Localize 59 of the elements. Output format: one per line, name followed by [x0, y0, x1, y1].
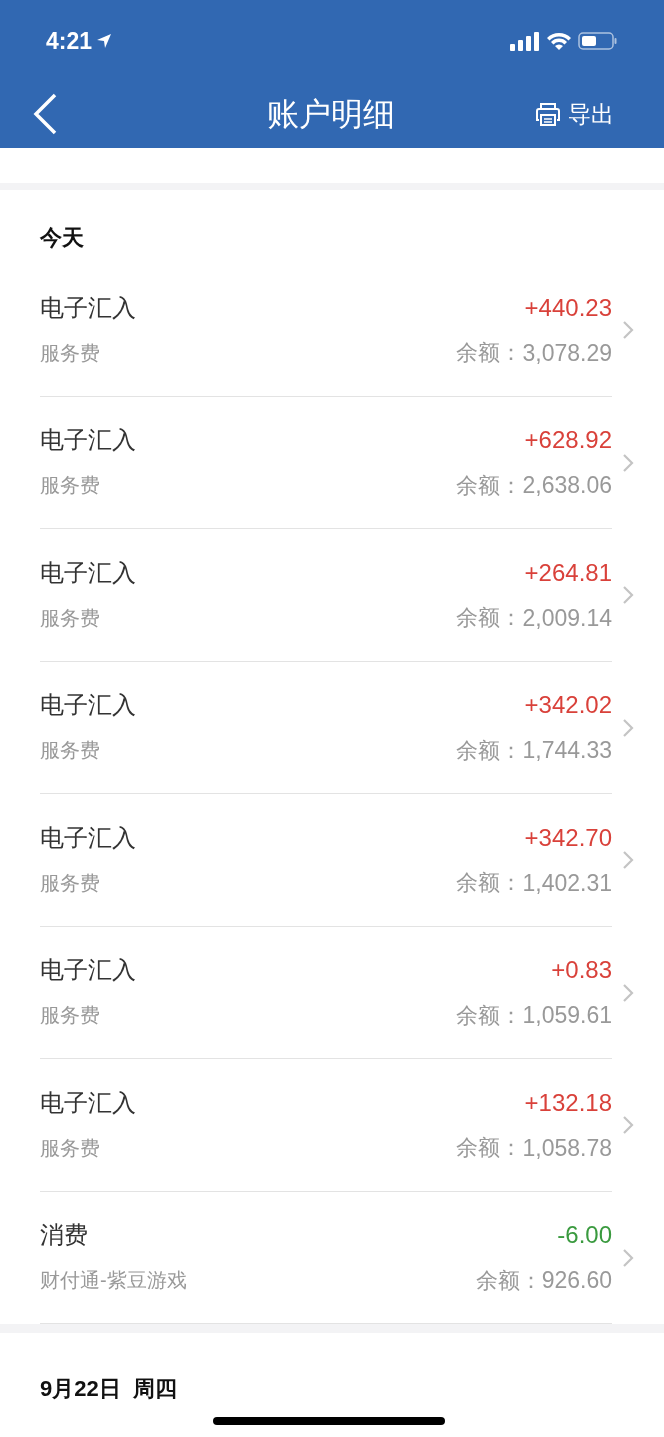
- balance-value: 1,402.31: [522, 868, 612, 898]
- balance-value: 2,638.06: [522, 471, 612, 500]
- transaction-description: 服务费: [40, 473, 100, 499]
- transaction-amount: +264.81: [524, 557, 612, 588]
- chevron-right-icon[interactable]: [622, 1115, 634, 1136]
- location-arrow-icon: [96, 33, 113, 49]
- page-title: 账户明细: [267, 95, 395, 134]
- transaction-description: 财付通-紫豆游戏: [40, 1268, 187, 1294]
- balance-label: 余额：: [456, 1134, 523, 1163]
- status-time: 4:21: [46, 26, 93, 56]
- transaction-description: 服务费: [40, 605, 100, 631]
- section-header: 今天: [40, 224, 84, 252]
- chevron-right-icon[interactable]: [622, 320, 634, 341]
- wifi-icon: [546, 31, 572, 51]
- chevron-right-icon[interactable]: [622, 1247, 634, 1268]
- transaction-description: 服务费: [40, 1135, 100, 1161]
- transaction-title: 电子汇入: [40, 292, 136, 323]
- transaction-amount: +132.18: [524, 1087, 612, 1118]
- balance-label: 余额：: [475, 1266, 542, 1295]
- balance-label: 余额：: [456, 604, 523, 633]
- balance-label: 余额：: [456, 736, 523, 765]
- chevron-right-icon[interactable]: [622, 452, 634, 473]
- section-header: 9月22日 周四: [40, 1375, 177, 1403]
- signal-icon: [510, 31, 540, 51]
- balance-value: 2,009.14: [522, 603, 612, 633]
- transaction-title: 电子汇入: [40, 822, 136, 853]
- transaction-title: 电子汇入: [40, 690, 136, 720]
- battery-icon: [578, 31, 618, 51]
- balance-label: 余额：: [456, 339, 523, 368]
- chevron-right-icon[interactable]: [622, 982, 634, 1003]
- back-icon[interactable]: [32, 93, 58, 135]
- balance-value: 1,058.78: [522, 1133, 612, 1163]
- balance-label: 余额：: [456, 869, 523, 898]
- transaction-amount: +0.83: [551, 955, 612, 985]
- printer-icon: [534, 101, 562, 127]
- transaction-amount: -6.00: [557, 1220, 612, 1250]
- export-button[interactable]: 导出: [534, 96, 632, 132]
- chevron-right-icon[interactable]: [622, 850, 634, 871]
- transaction-title: 电子汇入: [40, 955, 136, 985]
- chevron-right-icon[interactable]: [622, 585, 634, 606]
- transaction-amount: +628.92: [524, 425, 612, 455]
- transaction-amount: +342.02: [524, 690, 612, 720]
- balance-label: 余额：: [456, 1001, 523, 1030]
- transaction-amount: +440.23: [524, 292, 612, 323]
- balance-value: 1,059.61: [522, 1001, 612, 1030]
- transaction-description: 服务费: [40, 738, 100, 764]
- balance-value: 926.60: [541, 1266, 612, 1295]
- transaction-title: 电子汇入: [40, 557, 136, 588]
- balance-label: 余额：: [456, 471, 523, 500]
- transaction-title: 电子汇入: [40, 425, 136, 455]
- transaction-amount: +342.70: [524, 822, 612, 853]
- transaction-description: 服务费: [40, 1003, 100, 1029]
- transaction-description: 服务费: [40, 870, 100, 896]
- balance-value: 1,744.33: [522, 736, 612, 765]
- transaction-title: 电子汇入: [40, 1087, 136, 1118]
- transaction-title: 消费: [40, 1220, 88, 1250]
- chevron-right-icon[interactable]: [622, 717, 634, 738]
- transaction-description: 服务费: [40, 340, 100, 366]
- balance-value: 3,078.29: [522, 338, 612, 368]
